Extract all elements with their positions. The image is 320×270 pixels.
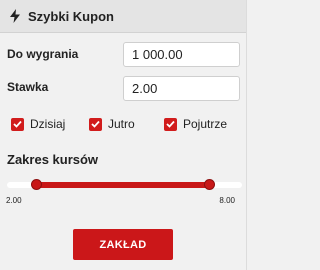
panel-header: Szybki Kupon (0, 0, 246, 33)
stake-input[interactable] (123, 76, 240, 101)
checkbox-today[interactable]: Dzisiaj (11, 117, 65, 131)
slider-selected-range (37, 182, 210, 188)
payout-input[interactable] (123, 42, 240, 67)
checkbox-checked-icon[interactable] (11, 117, 24, 131)
range-max-label: 8.00 (219, 196, 235, 205)
checkbox-checked-icon[interactable] (164, 117, 177, 131)
checkbox-checked-icon[interactable] (89, 117, 102, 131)
slider-handle-max[interactable] (204, 179, 215, 190)
stake-label: Stawka (7, 80, 49, 94)
quick-coupon-panel: Szybki Kupon Do wygrania Stawka Dzisiaj … (0, 0, 247, 270)
day-filter: Dzisiaj Jutro Pojutrze (0, 117, 246, 135)
slider-handle-min[interactable] (31, 179, 43, 190)
odds-range-title: Zakres kursów (7, 152, 99, 167)
odds-range-slider[interactable] (7, 177, 242, 193)
payout-label: Do wygrania (7, 47, 79, 61)
checkbox-tomorrow[interactable]: Jutro (89, 117, 135, 131)
lightning-bolt-icon (10, 9, 20, 23)
place-bet-button[interactable]: ZAKŁAD (73, 229, 173, 260)
panel-title: Szybki Kupon (28, 8, 114, 24)
range-min-label: 2.00 (6, 196, 22, 205)
checkbox-day-after-tomorrow[interactable]: Pojutrze (164, 117, 227, 131)
checkbox-today-label: Dzisiaj (30, 117, 66, 131)
checkbox-tomorrow-label: Jutro (108, 117, 135, 131)
checkbox-day-after-tomorrow-label: Pojutrze (183, 117, 228, 131)
